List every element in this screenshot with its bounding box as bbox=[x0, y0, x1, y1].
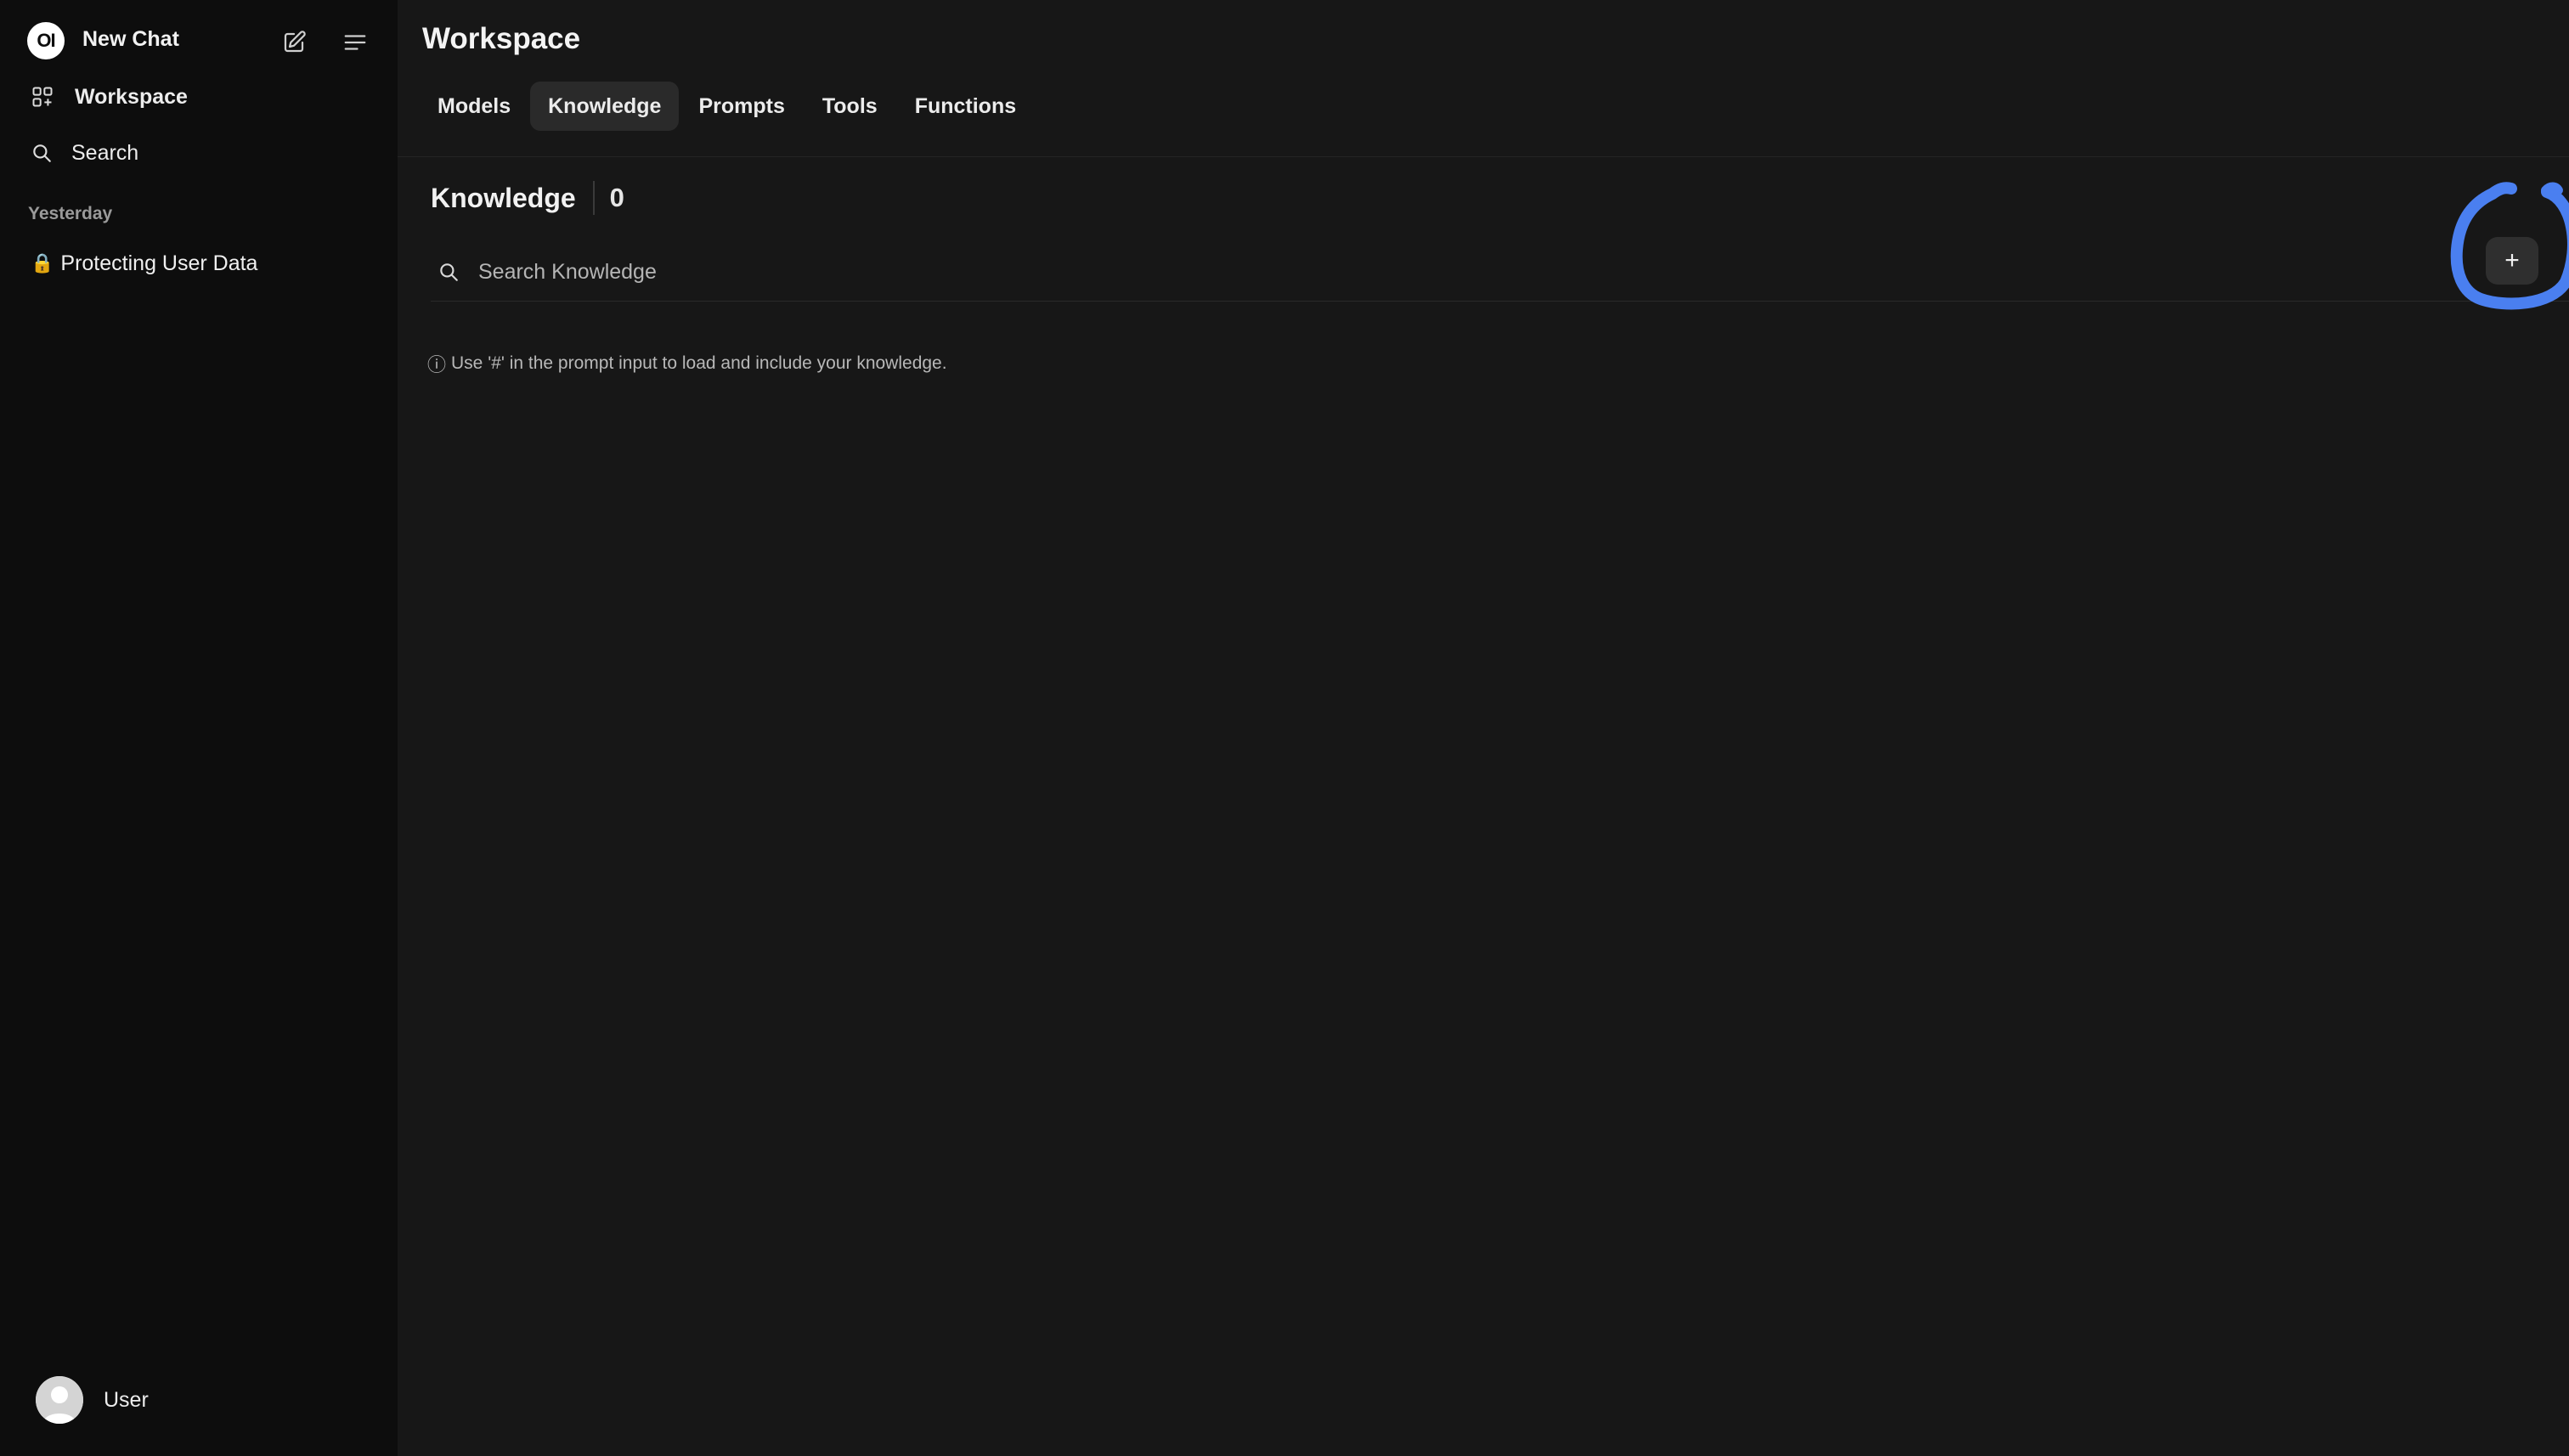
user-name: User bbox=[104, 1387, 149, 1412]
search-icon bbox=[17, 142, 71, 164]
header-divider bbox=[398, 156, 2569, 157]
main-content: Workspace Models Knowledge Prompts Tools… bbox=[398, 0, 2569, 1456]
new-chat-button[interactable]: New Chat bbox=[82, 27, 179, 52]
search-divider bbox=[431, 301, 2569, 302]
sidebar-item-label: Search bbox=[71, 140, 139, 165]
workspace-tabs: Models Knowledge Prompts Tools Functions bbox=[420, 82, 1036, 131]
workspace-grid-icon bbox=[17, 85, 71, 109]
tab-prompts[interactable]: Prompts bbox=[680, 82, 802, 131]
app-window: OI New Chat Workspace Search Yesterday 🔒… bbox=[0, 0, 2569, 1456]
tab-functions[interactable]: Functions bbox=[897, 82, 1034, 131]
add-knowledge-button[interactable]: + bbox=[2486, 237, 2538, 285]
sidebar-item-label: Workspace bbox=[75, 84, 188, 109]
info-icon: ⓘ bbox=[427, 354, 447, 375]
plus-icon: + bbox=[2504, 246, 2520, 274]
avatar bbox=[36, 1376, 83, 1424]
sidebar-item-search[interactable]: Search bbox=[17, 129, 381, 177]
app-logo-icon[interactable]: OI bbox=[27, 22, 65, 59]
page-title: Workspace bbox=[422, 22, 581, 55]
user-menu[interactable]: User bbox=[36, 1374, 149, 1425]
compose-icon[interactable] bbox=[277, 25, 311, 59]
knowledge-search bbox=[431, 243, 2569, 301]
chat-list-item[interactable]: 🔒 Protecting User Data bbox=[17, 240, 381, 287]
tab-knowledge[interactable]: Knowledge bbox=[530, 82, 680, 131]
tab-models[interactable]: Models bbox=[420, 82, 528, 131]
sidebar-header: OI New Chat bbox=[0, 15, 398, 70]
knowledge-header: Knowledge 0 bbox=[431, 178, 624, 217]
divider bbox=[592, 181, 595, 215]
knowledge-hint: ⓘ Use '#' in the prompt input to load an… bbox=[427, 350, 947, 377]
knowledge-count: 0 bbox=[609, 183, 624, 212]
knowledge-title: Knowledge bbox=[431, 182, 576, 213]
tab-tools[interactable]: Tools bbox=[805, 82, 895, 131]
hint-text: Use '#' in the prompt input to load and … bbox=[451, 353, 947, 373]
sidebar-item-workspace[interactable]: Workspace bbox=[17, 73, 381, 121]
search-icon bbox=[431, 261, 477, 283]
lock-icon: 🔒 bbox=[31, 252, 54, 274]
sidebar: OI New Chat Workspace Search Yesterday 🔒… bbox=[0, 0, 398, 1456]
chat-title: Protecting User Data bbox=[60, 251, 258, 275]
chat-section-label: Yesterday bbox=[28, 204, 113, 223]
search-knowledge-input[interactable] bbox=[477, 258, 2176, 285]
sidebar-menu-icon[interactable] bbox=[338, 25, 372, 59]
